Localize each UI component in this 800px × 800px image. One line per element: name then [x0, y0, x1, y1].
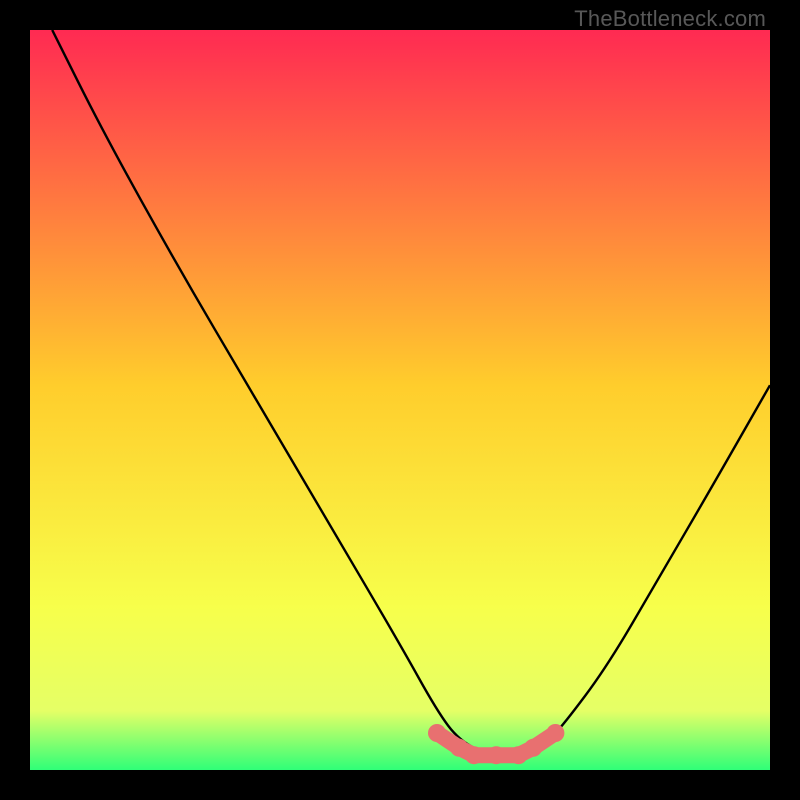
flat-region-dots: [428, 724, 564, 764]
plot-area: [30, 30, 770, 770]
flat-region-dot: [524, 739, 542, 757]
watermark-text: TheBottleneck.com: [574, 6, 766, 32]
flat-region-dot: [546, 724, 564, 742]
curve-line: [52, 30, 770, 755]
chart-container: TheBottleneck.com: [0, 0, 800, 800]
bottleneck-curve: [30, 30, 770, 770]
flat-region-dot: [487, 746, 505, 764]
flat-region-dot: [428, 724, 446, 742]
flat-region-dot: [465, 746, 483, 764]
